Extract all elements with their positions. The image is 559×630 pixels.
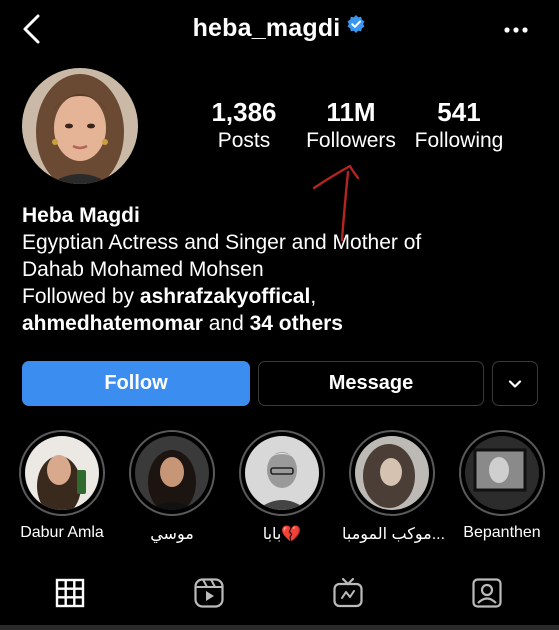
more-options-button[interactable] [501, 18, 531, 42]
tab-igtv[interactable] [331, 576, 365, 610]
verified-badge-icon [348, 15, 365, 33]
grid-icon [55, 578, 85, 608]
stat-posts[interactable]: 1,386 Posts [198, 97, 290, 154]
highlight-ring [349, 430, 435, 516]
highlight-item[interactable]: موكب المومبا... [342, 430, 446, 544]
profile-avatar[interactable] [22, 68, 138, 184]
highlight-label: موسي [150, 526, 194, 543]
followed-by-others[interactable]: 34 others [250, 312, 343, 335]
highlight-label: موكب المومبا... [342, 526, 446, 543]
highlight-cover [25, 436, 99, 510]
highlight-label: Bepanthen [463, 524, 541, 541]
tab-tagged[interactable] [470, 576, 504, 610]
igtv-icon [333, 577, 363, 608]
top-bar: heba_magdi [0, 0, 559, 62]
highlight-item[interactable]: بابا💔 [232, 430, 332, 544]
highlight-ring [459, 430, 545, 516]
followed-by-separator: , [310, 285, 317, 308]
profile-bio: Heba Magdi Egyptian Actress and Singer a… [22, 202, 552, 337]
highlight-label: Dabur Amla [20, 524, 104, 541]
highlight-item[interactable]: Bepanthen [452, 430, 552, 542]
highlight-cover [355, 436, 429, 510]
posts-count: 1,386 [211, 97, 277, 127]
follow-button[interactable]: Follow [22, 361, 250, 406]
username-title: heba_magdi [192, 14, 341, 42]
tab-posts-grid[interactable] [53, 576, 87, 610]
stat-followers[interactable]: 11M Followers [302, 97, 400, 154]
highlight-item[interactable]: موسي [122, 430, 222, 544]
highlight-cover [135, 436, 209, 510]
followed-by-line-2[interactable]: ahmedhatemomar and 34 others [22, 310, 552, 337]
reels-icon [194, 578, 224, 608]
story-highlights: Dabur Amla موسي بابا💔 موكب المومبا... Be… [0, 430, 559, 550]
following-label: Following [414, 129, 504, 152]
stat-following[interactable]: 541 Following [410, 97, 508, 154]
highlight-item[interactable]: Dabur Amla [12, 430, 112, 542]
profile-tabs [0, 570, 559, 630]
highlight-label: بابا💔 [262, 526, 302, 543]
highlight-ring [239, 430, 325, 516]
followed-by-user-2[interactable]: ahmedhatemomar [22, 312, 203, 335]
followed-by-and: and [202, 312, 250, 335]
following-count: 541 [437, 97, 481, 127]
full-name: Heba Magdi [22, 204, 140, 227]
followers-label: Followers [306, 129, 396, 152]
highlight-ring [129, 430, 215, 516]
highlight-cover [465, 436, 539, 510]
bio-line-1: Egyptian Actress and Singer and Mother o… [22, 231, 422, 254]
bio-line-2: Dahab Mohamed Mohsen [22, 258, 264, 281]
more-horizontal-icon [504, 27, 528, 33]
chevron-down-icon [508, 379, 522, 388]
followed-by-user-1[interactable]: ashrafzakyoffical [140, 285, 310, 308]
tab-reels[interactable] [192, 576, 226, 610]
followed-by-line[interactable]: Followed by ashrafzakyoffical, [22, 283, 552, 310]
followers-count: 11M [326, 97, 376, 127]
tagged-icon [472, 578, 502, 608]
posts-label: Posts [217, 129, 271, 152]
followed-by-prefix: Followed by [22, 285, 140, 308]
posts-grid-peek [0, 625, 559, 630]
profile-header: heba_magdi [0, 14, 559, 43]
suggested-dropdown-button[interactable] [492, 361, 538, 406]
highlight-ring [19, 430, 105, 516]
message-button[interactable]: Message [258, 361, 484, 406]
highlight-cover [245, 436, 319, 510]
